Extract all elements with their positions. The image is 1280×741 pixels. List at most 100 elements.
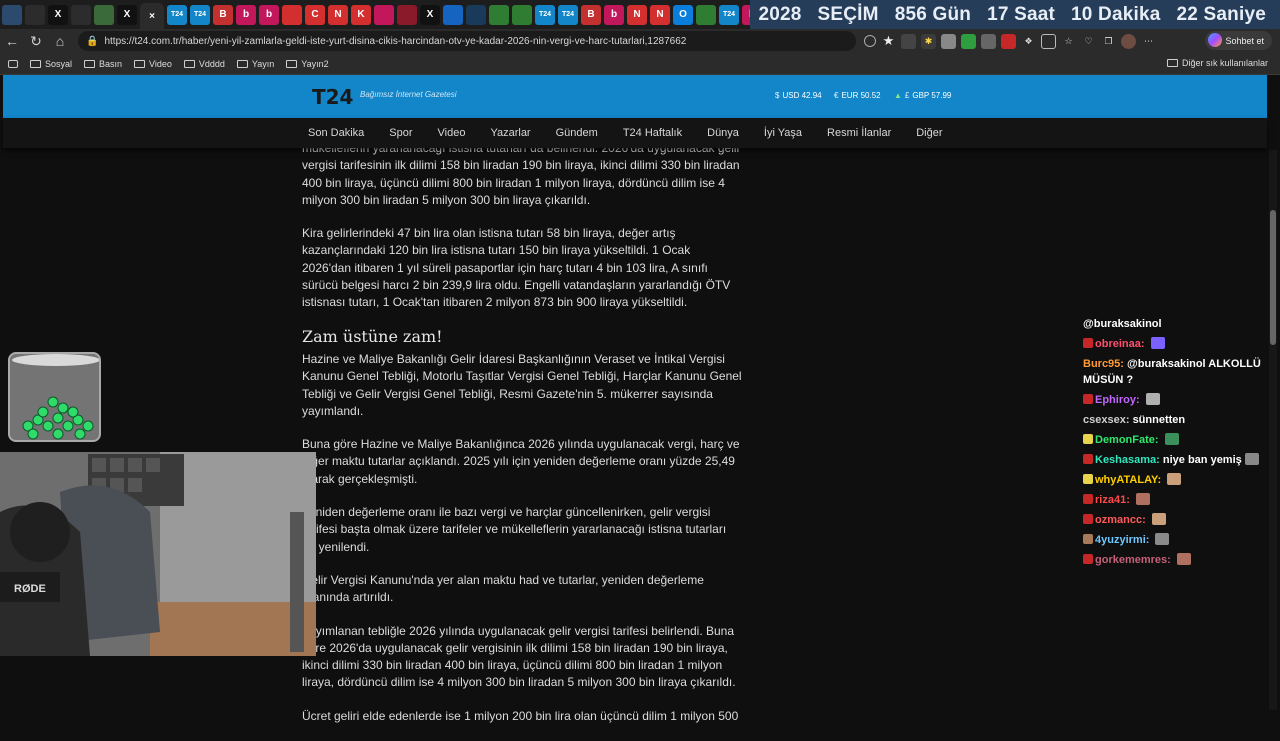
t24-icon[interactable]: T24 [190,4,210,25]
instagram-icon[interactable] [374,4,394,25]
chat-message: obreinaa: [1083,336,1273,352]
article-subheading: Zam üstüne zam! [302,326,443,346]
chat-message: Keshasama: niye ban yemiş [1083,452,1273,468]
b-icon[interactable]: B [581,4,601,25]
extension-icon[interactable] [1001,33,1016,49]
other-favorites[interactable]: Diğer sık kullanılanlar [1166,58,1268,68]
nav-resmi-ilanlar[interactable]: Resmi İlanlar [827,127,891,139]
chat-username: Keshasama: [1095,454,1160,466]
chat-emote-icon [1135,493,1150,505]
bookmark-folder-yayin2[interactable]: Yayın2 [286,59,329,69]
chat-username: whyATALAY: [1095,474,1162,486]
n-icon[interactable]: N [627,4,647,25]
collections-icon[interactable]: ❐ [1101,34,1116,49]
chat-username: Burc95: [1083,358,1124,370]
chat-emote-icon [1150,337,1165,349]
chat-username: ozmancc: [1095,514,1146,526]
site-tagline: Bağımsız İnternet Gazetesi [360,90,457,99]
nav-diger[interactable]: Diğer [916,127,942,139]
chat-message: Ephiroy: [1083,392,1273,408]
nav-iyi-yasa[interactable]: İyi Yaşa [764,127,802,139]
copy-icon[interactable] [25,4,45,25]
bookmark-folder-basin[interactable]: Basın [84,59,122,69]
chat-text: niye ban yemiş [1162,454,1242,466]
favorites-icon[interactable]: ☆ [1061,34,1076,49]
extension-icon[interactable]: ✱ [921,33,936,49]
t24-icon[interactable]: T24 [719,4,739,25]
t24-icon[interactable]: T24 [167,4,187,25]
b-icon[interactable]: b [236,4,256,25]
bookmarks-toggle-icon[interactable] [8,59,18,68]
article-paragraph: Kira gelirlerindeki 47 bin lira olan ist… [302,226,731,310]
chat-message: gorkememres: [1083,552,1273,568]
chat-emote-icon [1244,453,1259,465]
b-icon[interactable]: B [213,4,233,25]
x-icon[interactable]: X [48,4,68,25]
bookmark-folder-yayin[interactable]: Yayın [236,59,274,69]
extension-icon[interactable] [901,33,916,49]
extension-icon[interactable] [981,33,996,49]
k-icon[interactable]: K [351,4,371,25]
close-icon[interactable]: × [140,3,164,29]
heart-icon[interactable]: ♡ [1081,34,1096,49]
avatar[interactable] [1121,33,1136,49]
chat-emote-icon [1176,553,1191,565]
chat-username: csexsex: [1083,414,1130,426]
nav-dunya[interactable]: Dünya [707,127,739,139]
nav-son-dakika[interactable]: Son Dakika [308,127,364,139]
discord-icon[interactable] [71,4,91,25]
t24-icon[interactable]: T24 [535,4,555,25]
b-icon[interactable]: b [604,4,624,25]
tab-icon[interactable] [466,4,486,25]
tab-icon[interactable] [696,4,716,25]
tab-icon[interactable] [94,4,114,25]
tab-icon[interactable] [443,4,463,25]
currency-gbp: ▲ £ GBP 57.99 [894,91,952,100]
x-icon[interactable]: X [117,4,137,25]
countdown-seconds: 22 Saniye [1176,3,1266,25]
b-icon[interactable]: b [259,4,279,25]
copilot-icon [1208,33,1223,47]
euro-icon: € [834,91,839,100]
nav-video[interactable]: Video [438,127,466,139]
nav-t24-haftalik[interactable]: T24 Haftalık [623,127,682,139]
reader-icon[interactable] [864,35,876,47]
back-button[interactable]: ← [0,30,24,52]
x-icon[interactable]: X [420,4,440,25]
t24-icon[interactable]: T24 [558,4,578,25]
bookmark-folder-video[interactable]: Video [134,59,172,69]
chat-message: ozmancc: [1083,512,1273,528]
nav-yazarlar[interactable]: Yazarlar [490,127,530,139]
chat-text: @buraksakinol [1083,318,1162,330]
bookmark-folder-vdddd[interactable]: Vdddd [183,59,225,69]
n-icon[interactable]: N [328,4,348,25]
extension-icon[interactable] [961,33,976,49]
split-screen-icon[interactable] [1041,33,1056,49]
tab-icon[interactable] [397,4,417,25]
bookmarks-bar: Sosyal Basın Video Vdddd Yayın Yayın2 Di… [0,53,1280,75]
chat-badge-icon [1083,554,1093,564]
election-countdown-banner: 2028 SEÇİM 856 Gün 17 Saat 10 Dakika 22 … [750,0,1280,29]
favorite-star-icon[interactable]: ★ [881,33,896,49]
nav-spor[interactable]: Spor [389,127,412,139]
copilot-chat-button[interactable]: Sohbet et [1205,31,1272,50]
more-icon[interactable]: ⋯ [1141,34,1156,49]
extension-icon[interactable] [941,33,956,49]
folder-icon [183,59,195,68]
tab-icon[interactable] [489,4,509,25]
puzzle-icon[interactable]: ❖ [1021,34,1036,49]
c-icon[interactable]: C [305,4,325,25]
home-button[interactable]: ⌂ [48,30,72,52]
o-icon[interactable]: O [673,4,693,25]
site-logo[interactable]: T24 [312,85,353,109]
article-paragraph: Ücret geliri elde edenlerde ise 1 milyon… [302,708,739,723]
nav-gundem[interactable]: Gündem [556,127,598,139]
reload-button[interactable]: ↻ [24,30,48,52]
bookmark-folder-sosyal[interactable]: Sosyal [30,59,72,69]
url-input[interactable]: 🔒 https://t24.com.tr/haber/yeni-yil-zaml… [78,31,856,51]
tab-icon[interactable] [512,4,532,25]
stream-jar-overlay [8,352,101,442]
n-icon[interactable]: N [650,4,670,25]
chevron-down-icon[interactable] [2,4,22,25]
tab-icon[interactable] [282,4,302,25]
